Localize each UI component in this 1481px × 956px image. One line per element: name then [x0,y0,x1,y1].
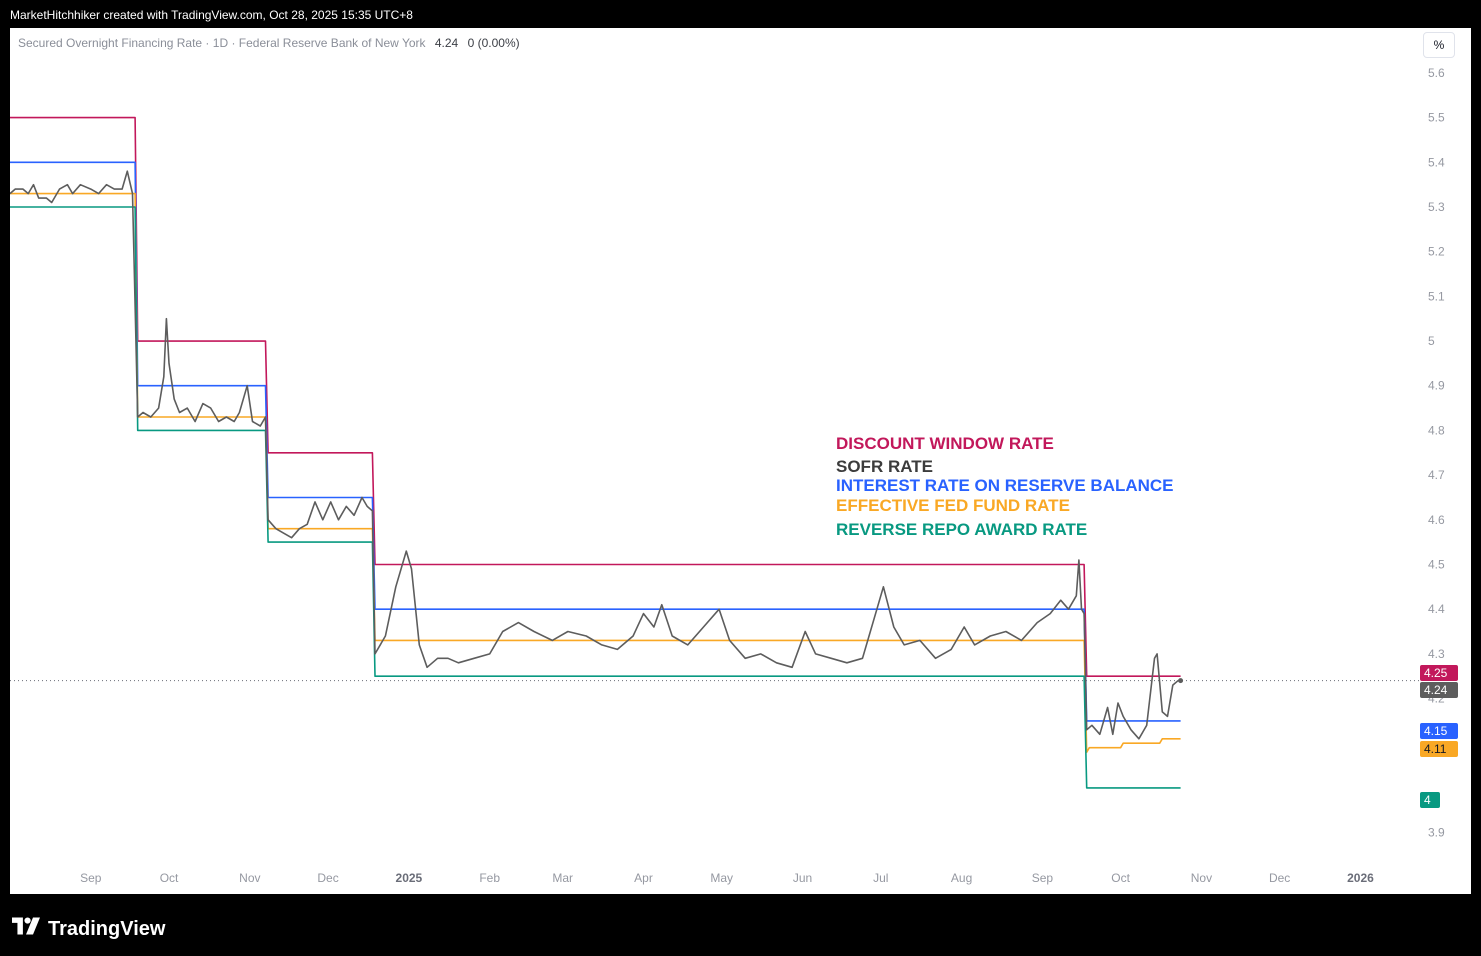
price-labels: 4.25 4.24 4.15 4.11 4 [1420,665,1458,808]
x-tick-label: 2025 [396,871,423,885]
price-label-discount: 4.25 [1424,666,1448,680]
series-line-sofr [10,170,1181,740]
x-tick-label: Apr [634,871,653,885]
chart-panel[interactable]: Secured Overnight Financing Rate · 1D · … [10,28,1471,894]
x-tick-label: Oct [160,871,179,885]
x-tick-label: Nov [239,871,260,885]
annotation-label: DISCOUNT WINDOW RATE [836,434,1054,453]
price-label-rrp: 4 [1424,793,1431,807]
x-tick-label: Jun [793,871,812,885]
rates-chart[interactable]: 5.6 5.5 5.4 5.3 5.2 5.1 5 4.9 4.8 4.7 4.6 4.5 4.4 4.3… [10,28,1471,894]
chart-credit: MarketHitchhiker created with TradingVie… [10,8,413,22]
y-tick-label: 5.3 [1428,200,1445,214]
y-tick-label: 4.7 [1428,468,1445,482]
y-tick-label: 4.4 [1428,602,1445,616]
y-tick-label: 5.5 [1428,111,1445,125]
y-tick-label: 5.6 [1428,66,1445,80]
x-tick-label: Mar [552,871,573,885]
x-tick-label: Nov [1191,871,1212,885]
x-tick-label: Feb [479,871,500,885]
y-tick-label: 5.2 [1428,245,1445,259]
x-tick-label: 2026 [1347,871,1374,885]
y-tick-label: 3.9 [1428,826,1445,840]
price-label-sofr: 4.24 [1424,683,1448,697]
annotation-label: REVERSE REPO AWARD RATE [836,520,1087,539]
x-tick-label: May [710,871,733,885]
y-tick-label: 4.8 [1428,423,1445,437]
series-line-effr [10,192,1181,754]
y-tick-label: 4.3 [1428,647,1445,661]
series-line-discount [10,116,1181,678]
x-tick-label: Sep [80,871,102,885]
x-tick-label: Oct [1111,871,1130,885]
tradingview-logo[interactable]: TradingView [12,917,166,941]
y-tick-label: 4.6 [1428,513,1445,527]
x-tick-label: Dec [317,871,338,885]
x-tick-label: Dec [1269,871,1290,885]
x-axis: Sep Oct Nov Dec 2025 Feb Mar Apr May Jun Jul Aug Sep… [80,871,1374,885]
y-tick-label: 5.1 [1428,289,1445,303]
price-label-iorb: 4.15 [1424,724,1448,738]
rate-annotations: DISCOUNT WINDOW RATE SOFR RATEINTEREST RA… [836,434,1174,539]
annotation-label: EFFECTIVE FED FUND RATE [836,496,1070,515]
x-tick-label: Jul [873,871,888,885]
tradingview-logo-text: TradingView [48,917,166,940]
annotation-label: SOFR RATE [836,457,933,476]
annotation-label: INTEREST RATE ON RESERVE BALANCE [836,476,1174,495]
tradingview-logo-icon [12,917,40,941]
y-tick-label: 5 [1428,334,1435,348]
y-tick-label: 4.9 [1428,379,1445,393]
y-tick-label: 4.5 [1428,557,1445,571]
y-tick-label: 5.4 [1428,155,1445,169]
x-tick-label: Sep [1032,871,1054,885]
sofr-last-point [1178,678,1184,684]
footer-bar [0,894,1481,956]
price-label-effr: 4.11 [1424,742,1447,756]
x-tick-label: Aug [951,871,972,885]
